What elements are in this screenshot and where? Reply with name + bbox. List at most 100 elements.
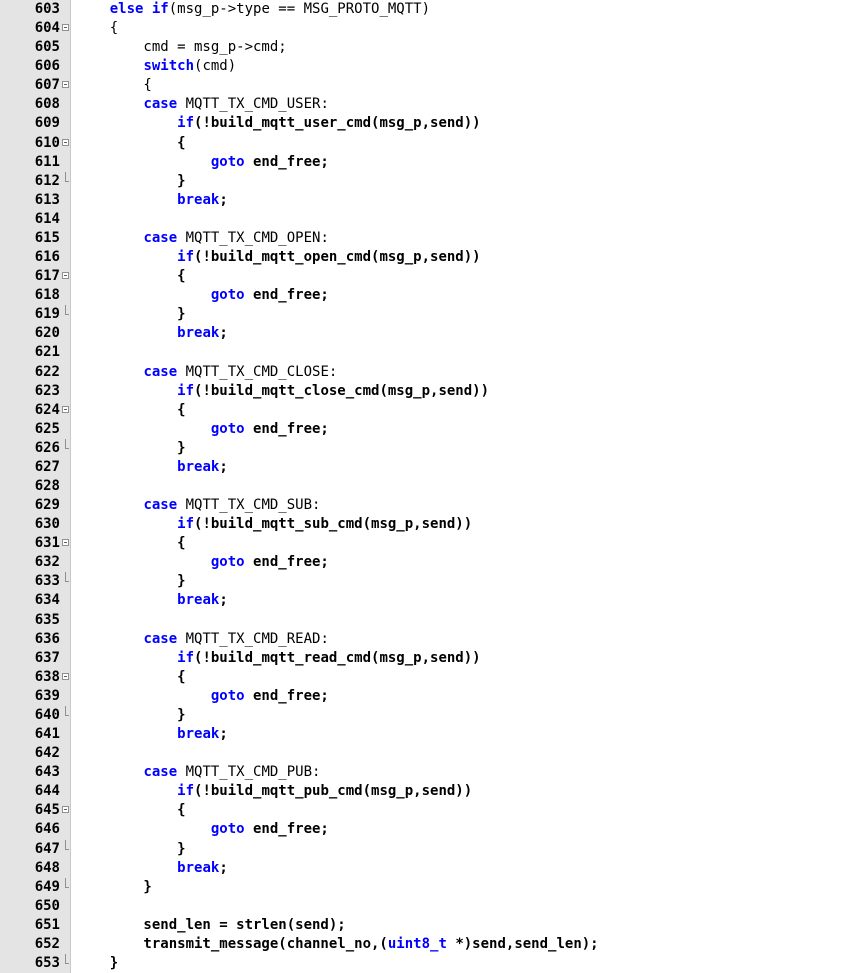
code-line[interactable]: 645 { <box>0 801 865 820</box>
line-number: 620 <box>34 325 60 342</box>
code-text: { <box>76 134 185 153</box>
code-line[interactable]: 603 else if(msg_p->type == MSG_PROTO_MQT… <box>0 0 865 19</box>
code-token: MQTT_TX_CMD_OPEN: <box>177 229 329 246</box>
fold-end-line-icon <box>65 572 69 583</box>
code-line[interactable]: 631 { <box>0 534 865 553</box>
line-number: 621 <box>34 344 60 361</box>
code-token: } <box>76 878 152 895</box>
code-line[interactable]: 651 send_len = strlen(send); <box>0 916 865 935</box>
code-line[interactable]: 642 <box>0 744 865 763</box>
code-line[interactable]: 607 { <box>0 76 865 95</box>
code-line[interactable]: 652 transmit_message(channel_no,(uint8_t… <box>0 935 865 954</box>
code-line[interactable]: 623 if(!build_mqtt_close_cmd(msg_p,send)… <box>0 382 865 401</box>
code-line[interactable]: 621 <box>0 343 865 362</box>
code-line[interactable]: 635 <box>0 611 865 630</box>
line-number: 623 <box>34 382 60 399</box>
code-line[interactable]: 611 goto end_free; <box>0 153 865 172</box>
code-line[interactable]: 620 break; <box>0 324 865 343</box>
keyword-token: break <box>177 859 220 876</box>
code-line[interactable]: 625 goto end_free; <box>0 420 865 439</box>
code-line[interactable]: 646 goto end_free; <box>0 820 865 839</box>
fold-toggle-icon[interactable] <box>62 134 70 153</box>
code-line[interactable]: 609 if(!build_mqtt_user_cmd(msg_p,send)) <box>0 114 865 133</box>
code-token: (!build_mqtt_sub_cmd(msg_p,send)) <box>194 516 473 533</box>
code-token: ; <box>219 726 228 743</box>
code-editor[interactable]: 603 else if(msg_p->type == MSG_PROTO_MQT… <box>0 0 865 973</box>
code-line[interactable]: 638 { <box>0 668 865 687</box>
code-line[interactable]: 637 if(!build_mqtt_read_cmd(msg_p,send)) <box>0 649 865 668</box>
code-line[interactable]: 629 case MQTT_TX_CMD_SUB: <box>0 496 865 515</box>
code-line[interactable]: 626 } <box>0 438 865 458</box>
code-line[interactable]: 641 break; <box>0 725 865 744</box>
code-line[interactable]: 615 case MQTT_TX_CMD_OPEN: <box>0 229 865 248</box>
code-line[interactable]: 627 break; <box>0 458 865 477</box>
fold-end-line-icon <box>65 839 69 850</box>
code-text: } <box>76 878 152 897</box>
code-text: if(!build_mqtt_read_cmd(msg_p,send)) <box>76 649 480 668</box>
code-line[interactable]: 647 } <box>0 839 865 859</box>
code-line[interactable]: 649 } <box>0 877 865 897</box>
code-line[interactable]: 605 cmd = msg_p->cmd; <box>0 38 865 57</box>
line-number: 647 <box>34 840 60 857</box>
fold-toggle-icon[interactable] <box>62 76 70 95</box>
code-line[interactable]: 614 <box>0 210 865 229</box>
code-line[interactable]: 630 if(!build_mqtt_sub_cmd(msg_p,send)) <box>0 515 865 534</box>
code-line[interactable]: 640 } <box>0 705 865 725</box>
code-line[interactable]: 610 { <box>0 134 865 153</box>
code-line[interactable]: 633 } <box>0 572 865 591</box>
fold-toggle-icon[interactable] <box>62 668 70 687</box>
code-line[interactable]: 606 switch(cmd) <box>0 57 865 76</box>
fold-toggle-icon[interactable] <box>62 801 70 820</box>
keyword-token: if <box>177 115 195 132</box>
code-line[interactable]: 604 { <box>0 19 865 38</box>
code-line[interactable]: 616 if(!build_mqtt_open_cmd(msg_p,send)) <box>0 248 865 267</box>
line-number: 626 <box>34 439 60 456</box>
code-line[interactable]: 612 } <box>0 171 865 191</box>
code-line[interactable]: 632 goto end_free; <box>0 553 865 572</box>
line-number: 633 <box>34 573 60 590</box>
code-token: (!build_mqtt_open_cmd(msg_p,send)) <box>194 249 481 266</box>
line-number: 628 <box>34 478 60 494</box>
code-token: cmd = msg_p->cmd; <box>76 39 287 56</box>
code-token: end_free; <box>244 821 329 838</box>
code-line[interactable]: 648 break; <box>0 859 865 878</box>
line-number: 644 <box>34 783 60 800</box>
code-token: ; <box>219 859 228 876</box>
fold-toggle-icon[interactable] <box>62 267 70 286</box>
code-line[interactable]: 619 } <box>0 305 865 324</box>
code-line[interactable]: 644 if(!build_mqtt_pub_cmd(msg_p,send)) <box>0 782 865 801</box>
collapse-box-icon <box>62 81 69 89</box>
code-line[interactable]: 618 goto end_free; <box>0 286 865 305</box>
code-line[interactable]: 636 case MQTT_TX_CMD_READ: <box>0 630 865 649</box>
code-line[interactable]: 634 break; <box>0 591 865 610</box>
code-line[interactable]: 650 <box>0 897 865 916</box>
code-text: break; <box>76 591 228 610</box>
code-line[interactable]: 643 case MQTT_TX_CMD_PUB: <box>0 763 865 782</box>
code-line[interactable]: 613 break; <box>0 191 865 210</box>
code-line[interactable]: 617 { <box>0 267 865 286</box>
code-line[interactable]: 628 <box>0 477 865 496</box>
code-token: } <box>76 439 186 456</box>
line-number: 653 <box>34 955 60 971</box>
fold-end-line-icon <box>65 954 69 964</box>
code-text: else if(msg_p->type == MSG_PROTO_MQTT) <box>76 0 430 19</box>
collapse-box-icon <box>62 806 69 814</box>
fold-toggle-icon[interactable] <box>62 401 70 420</box>
fold-toggle-icon[interactable] <box>62 19 70 38</box>
keyword-token: goto <box>210 153 245 170</box>
keyword-token: if <box>177 649 195 666</box>
keyword-token: break <box>177 726 220 743</box>
code-line[interactable]: 653 } <box>0 954 865 973</box>
code-line[interactable]: 639 goto end_free; <box>0 687 865 706</box>
code-line[interactable]: 624 { <box>0 401 865 420</box>
code-line[interactable]: 622 case MQTT_TX_CMD_CLOSE: <box>0 363 865 382</box>
fold-toggle-icon[interactable] <box>62 534 70 553</box>
code-text: goto end_free; <box>76 286 329 305</box>
code-line[interactable]: 608 case MQTT_TX_CMD_USER: <box>0 95 865 114</box>
line-number: 625 <box>34 420 60 437</box>
